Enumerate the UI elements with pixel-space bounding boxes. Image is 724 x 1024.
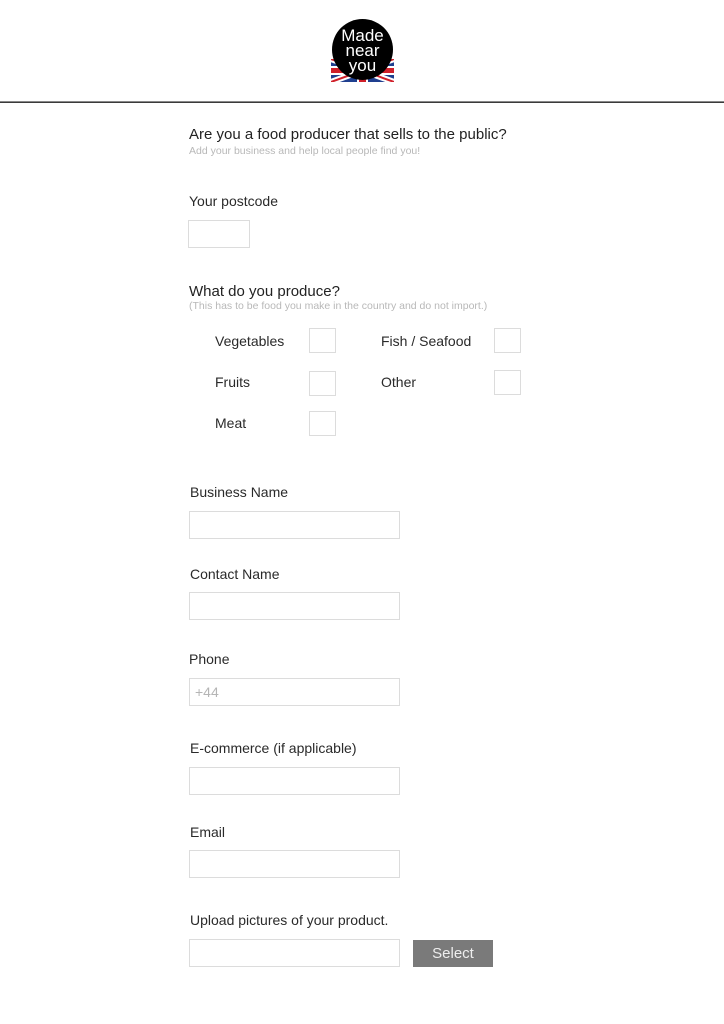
meat-checkbox[interactable] xyxy=(309,411,336,436)
header-divider xyxy=(0,101,724,103)
select-file-button[interactable]: Select xyxy=(413,940,493,967)
other-checkbox[interactable] xyxy=(494,370,521,395)
produce-title: What do you produce? xyxy=(189,283,340,300)
email-input[interactable] xyxy=(189,850,400,878)
contact-name-input[interactable] xyxy=(189,592,400,620)
upload-label: Upload pictures of your product. xyxy=(190,912,389,928)
email-label: Email xyxy=(190,824,226,840)
phone-input[interactable] xyxy=(189,678,400,706)
business-name-input[interactable] xyxy=(189,511,400,539)
postcode-input[interactable] xyxy=(188,220,250,248)
logo-badge-icon: Made near you xyxy=(331,19,394,82)
fruits-label: Fruits xyxy=(215,374,250,390)
produce-note: (This has to be food you make in the cou… xyxy=(189,300,488,312)
vegetables-checkbox[interactable] xyxy=(309,328,336,353)
fruits-checkbox[interactable] xyxy=(309,371,336,396)
meat-label: Meat xyxy=(215,415,247,431)
phone-label: Phone xyxy=(189,651,230,667)
intro-title: Are you a food producer that sells to th… xyxy=(189,126,507,143)
fish-seafood-checkbox[interactable] xyxy=(494,328,521,353)
other-label: Other xyxy=(381,374,417,390)
svg-text:you: you xyxy=(349,56,376,75)
made-near-you-logo: Made near you xyxy=(331,19,394,82)
upload-file-field[interactable] xyxy=(189,939,400,967)
vegetables-label: Vegetables xyxy=(215,333,285,349)
fish-seafood-label: Fish / Seafood xyxy=(381,333,472,349)
business-name-label: Business Name xyxy=(190,484,289,500)
intro-subtitle: Add your business and help local people … xyxy=(189,145,421,157)
ecommerce-input[interactable] xyxy=(189,767,400,795)
contact-name-label: Contact Name xyxy=(190,566,280,582)
ecommerce-label: E-commerce (if applicable) xyxy=(190,740,357,756)
postcode-label: Your postcode xyxy=(189,193,278,209)
